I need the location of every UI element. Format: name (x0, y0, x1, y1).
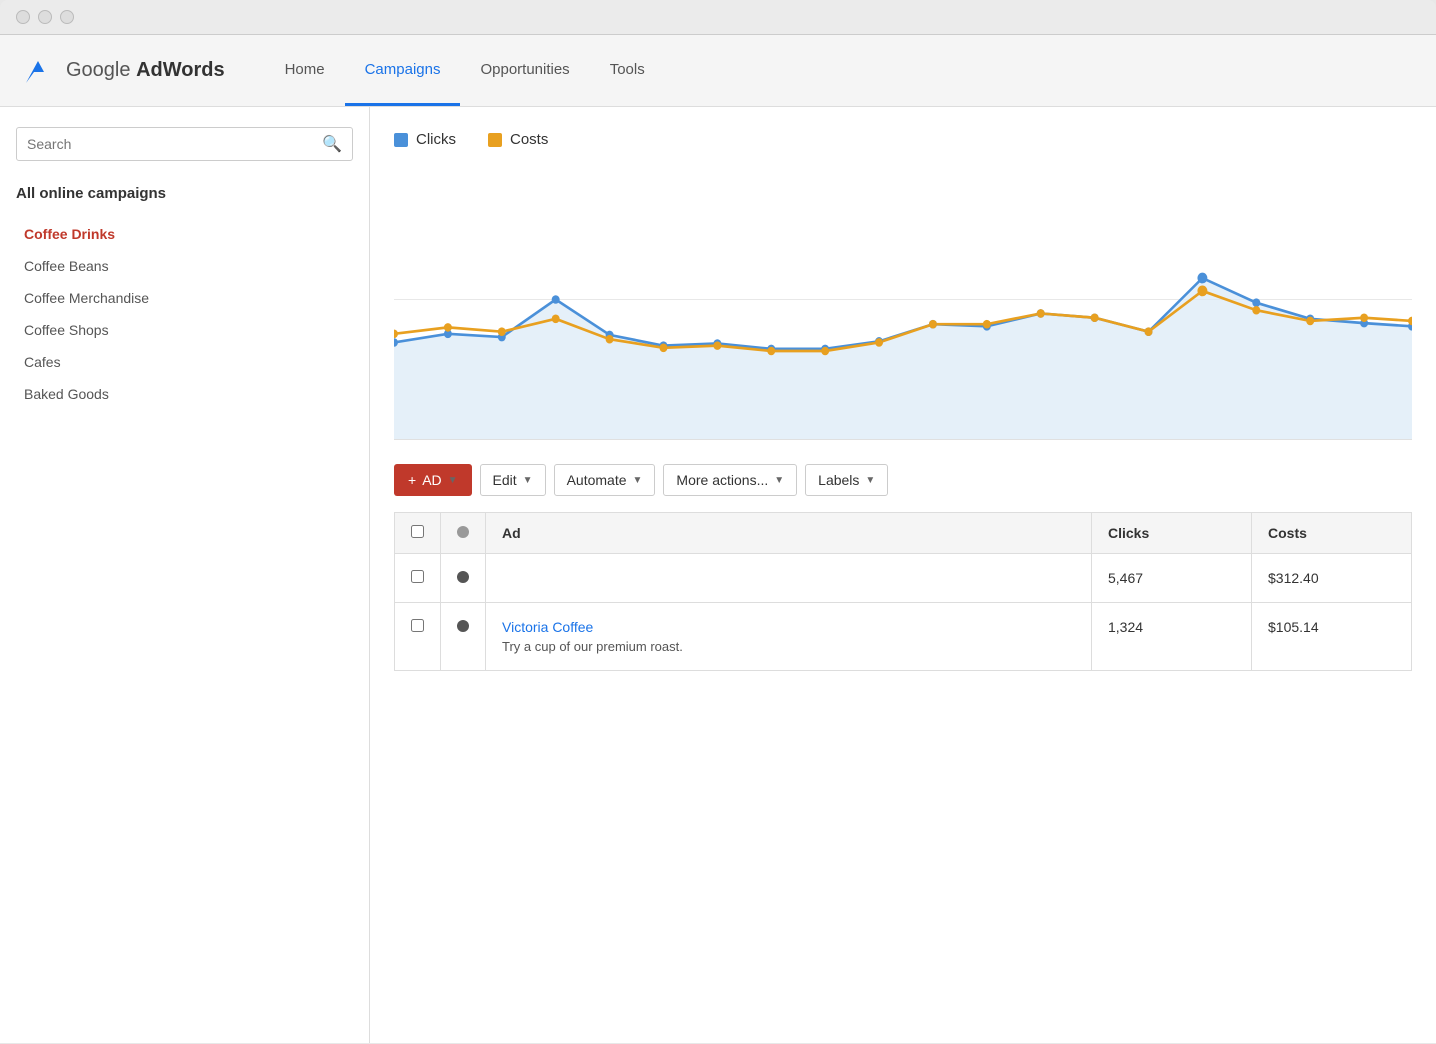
cost-dot (713, 341, 721, 350)
legend-costs: Costs (488, 131, 548, 148)
close-button[interactable] (16, 10, 30, 24)
col-header-check (395, 513, 441, 554)
automate-chevron-icon: ▼ (633, 475, 643, 486)
cost-dot (1037, 309, 1045, 318)
click-dot (552, 295, 560, 304)
table-header-row: Ad Clicks Costs (395, 513, 1412, 554)
costs-legend-dot (488, 133, 502, 147)
cost-dot (394, 330, 398, 339)
nav-item-campaigns[interactable]: Campaigns (345, 35, 461, 106)
sidebar-item-coffee-beans[interactable]: Coffee Beans (16, 250, 353, 282)
cost-dot (821, 347, 829, 356)
col-header-clicks: Clicks (1092, 513, 1252, 554)
row1-clicks-cell: 5,467 (1092, 554, 1252, 603)
row1-ad-cell (486, 554, 1092, 603)
cost-dot (1145, 327, 1153, 336)
toolbar: + AD ▼ Edit ▼ Automate ▼ More actions...… (394, 464, 1412, 496)
sidebar: 🔍 All online campaigns Coffee Drinks Cof… (0, 107, 370, 1043)
table-row: 5,467 $312.40 (395, 554, 1412, 603)
sidebar-section-title: All online campaigns (16, 185, 353, 202)
row1-check-cell (395, 554, 441, 603)
logo-area: Google AdWords (20, 53, 225, 89)
cost-dot (767, 347, 775, 356)
main-panel: Clicks Costs (370, 107, 1436, 1043)
sidebar-item-coffee-shops[interactable]: Coffee Shops (16, 314, 353, 346)
cost-dot (606, 335, 614, 344)
click-dot (1197, 273, 1207, 284)
costs-legend-label: Costs (510, 131, 548, 148)
cost-dot (444, 323, 452, 332)
automate-button[interactable]: Automate ▼ (554, 464, 656, 496)
row2-costs-cell: $105.14 (1252, 603, 1412, 671)
nav-item-opportunities[interactable]: Opportunities (460, 35, 589, 106)
content-area: 🔍 All online campaigns Coffee Drinks Cof… (0, 107, 1436, 1043)
row2-clicks-cell: 1,324 (1092, 603, 1252, 671)
sidebar-item-cafes[interactable]: Cafes (16, 346, 353, 378)
col-header-costs: Costs (1252, 513, 1412, 554)
search-input[interactable] (27, 136, 322, 152)
cost-dot (1091, 313, 1099, 322)
add-ad-plus: + (408, 472, 416, 488)
row1-costs-cell: $312.40 (1252, 554, 1412, 603)
row2-status-cell (441, 603, 486, 671)
more-actions-chevron-icon: ▼ (774, 475, 784, 486)
cost-dot (1197, 286, 1207, 297)
nav-item-tools[interactable]: Tools (590, 35, 665, 106)
cost-dot (929, 320, 937, 329)
chart-legend: Clicks Costs (394, 131, 1412, 148)
row2-checkbox[interactable] (411, 619, 424, 632)
row1-status-cell (441, 554, 486, 603)
row2-status-dot (457, 620, 469, 632)
app-wrapper: Google AdWords Home Campaigns Opportunit… (0, 35, 1436, 1043)
cost-dot (1408, 317, 1412, 326)
clicks-legend-dot (394, 133, 408, 147)
add-ad-button[interactable]: + AD ▼ (394, 464, 472, 496)
ads-table: Ad Clicks Costs 5, (394, 512, 1412, 671)
row2-ad-link[interactable]: Victoria Coffee (502, 619, 593, 635)
row2-check-cell (395, 603, 441, 671)
edit-button[interactable]: Edit ▼ (480, 464, 546, 496)
add-ad-chevron-icon: ▼ (448, 475, 458, 486)
chart-svg (394, 160, 1412, 439)
top-nav: Google AdWords Home Campaigns Opportunit… (0, 35, 1436, 107)
row2-ad-desc: Try a cup of our premium roast. (502, 639, 1075, 654)
more-actions-button[interactable]: More actions... ▼ (663, 464, 797, 496)
row1-checkbox[interactable] (411, 570, 424, 583)
header-status-dot (457, 526, 469, 538)
minimize-button[interactable] (38, 10, 52, 24)
sidebar-item-coffee-drinks[interactable]: Coffee Drinks (16, 218, 353, 250)
nav-links: Home Campaigns Opportunities Tools (265, 35, 665, 106)
window-chrome (0, 0, 1436, 35)
search-icon: 🔍 (322, 134, 342, 154)
cost-dot (1360, 313, 1368, 322)
row1-status-dot (457, 571, 469, 583)
logo-text: Google AdWords (66, 59, 225, 82)
search-box[interactable]: 🔍 (16, 127, 353, 161)
col-header-ad: Ad (486, 513, 1092, 554)
labels-button[interactable]: Labels ▼ (805, 464, 888, 496)
nav-item-home[interactable]: Home (265, 35, 345, 106)
table-row: Victoria Coffee Try a cup of our premium… (395, 603, 1412, 671)
sidebar-item-coffee-merchandise[interactable]: Coffee Merchandise (16, 282, 353, 314)
labels-chevron-icon: ▼ (865, 475, 875, 486)
cost-dot (552, 315, 560, 324)
cost-dot (498, 327, 506, 336)
cost-dot (1306, 317, 1314, 326)
col-header-status (441, 513, 486, 554)
clicks-legend-label: Clicks (416, 131, 456, 148)
cost-dot (1252, 306, 1260, 315)
add-ad-label: AD (422, 472, 441, 488)
sidebar-item-baked-goods[interactable]: Baked Goods (16, 378, 353, 410)
legend-clicks: Clicks (394, 131, 456, 148)
row2-ad-cell: Victoria Coffee Try a cup of our premium… (486, 603, 1092, 671)
chart-container (394, 160, 1412, 440)
cost-dot (659, 343, 667, 352)
adwords-logo-icon (20, 53, 56, 89)
click-dot (1252, 298, 1260, 307)
maximize-button[interactable] (60, 10, 74, 24)
cost-dot (983, 320, 991, 329)
select-all-checkbox[interactable] (411, 525, 424, 538)
edit-chevron-icon: ▼ (523, 475, 533, 486)
cost-dot (875, 338, 883, 347)
